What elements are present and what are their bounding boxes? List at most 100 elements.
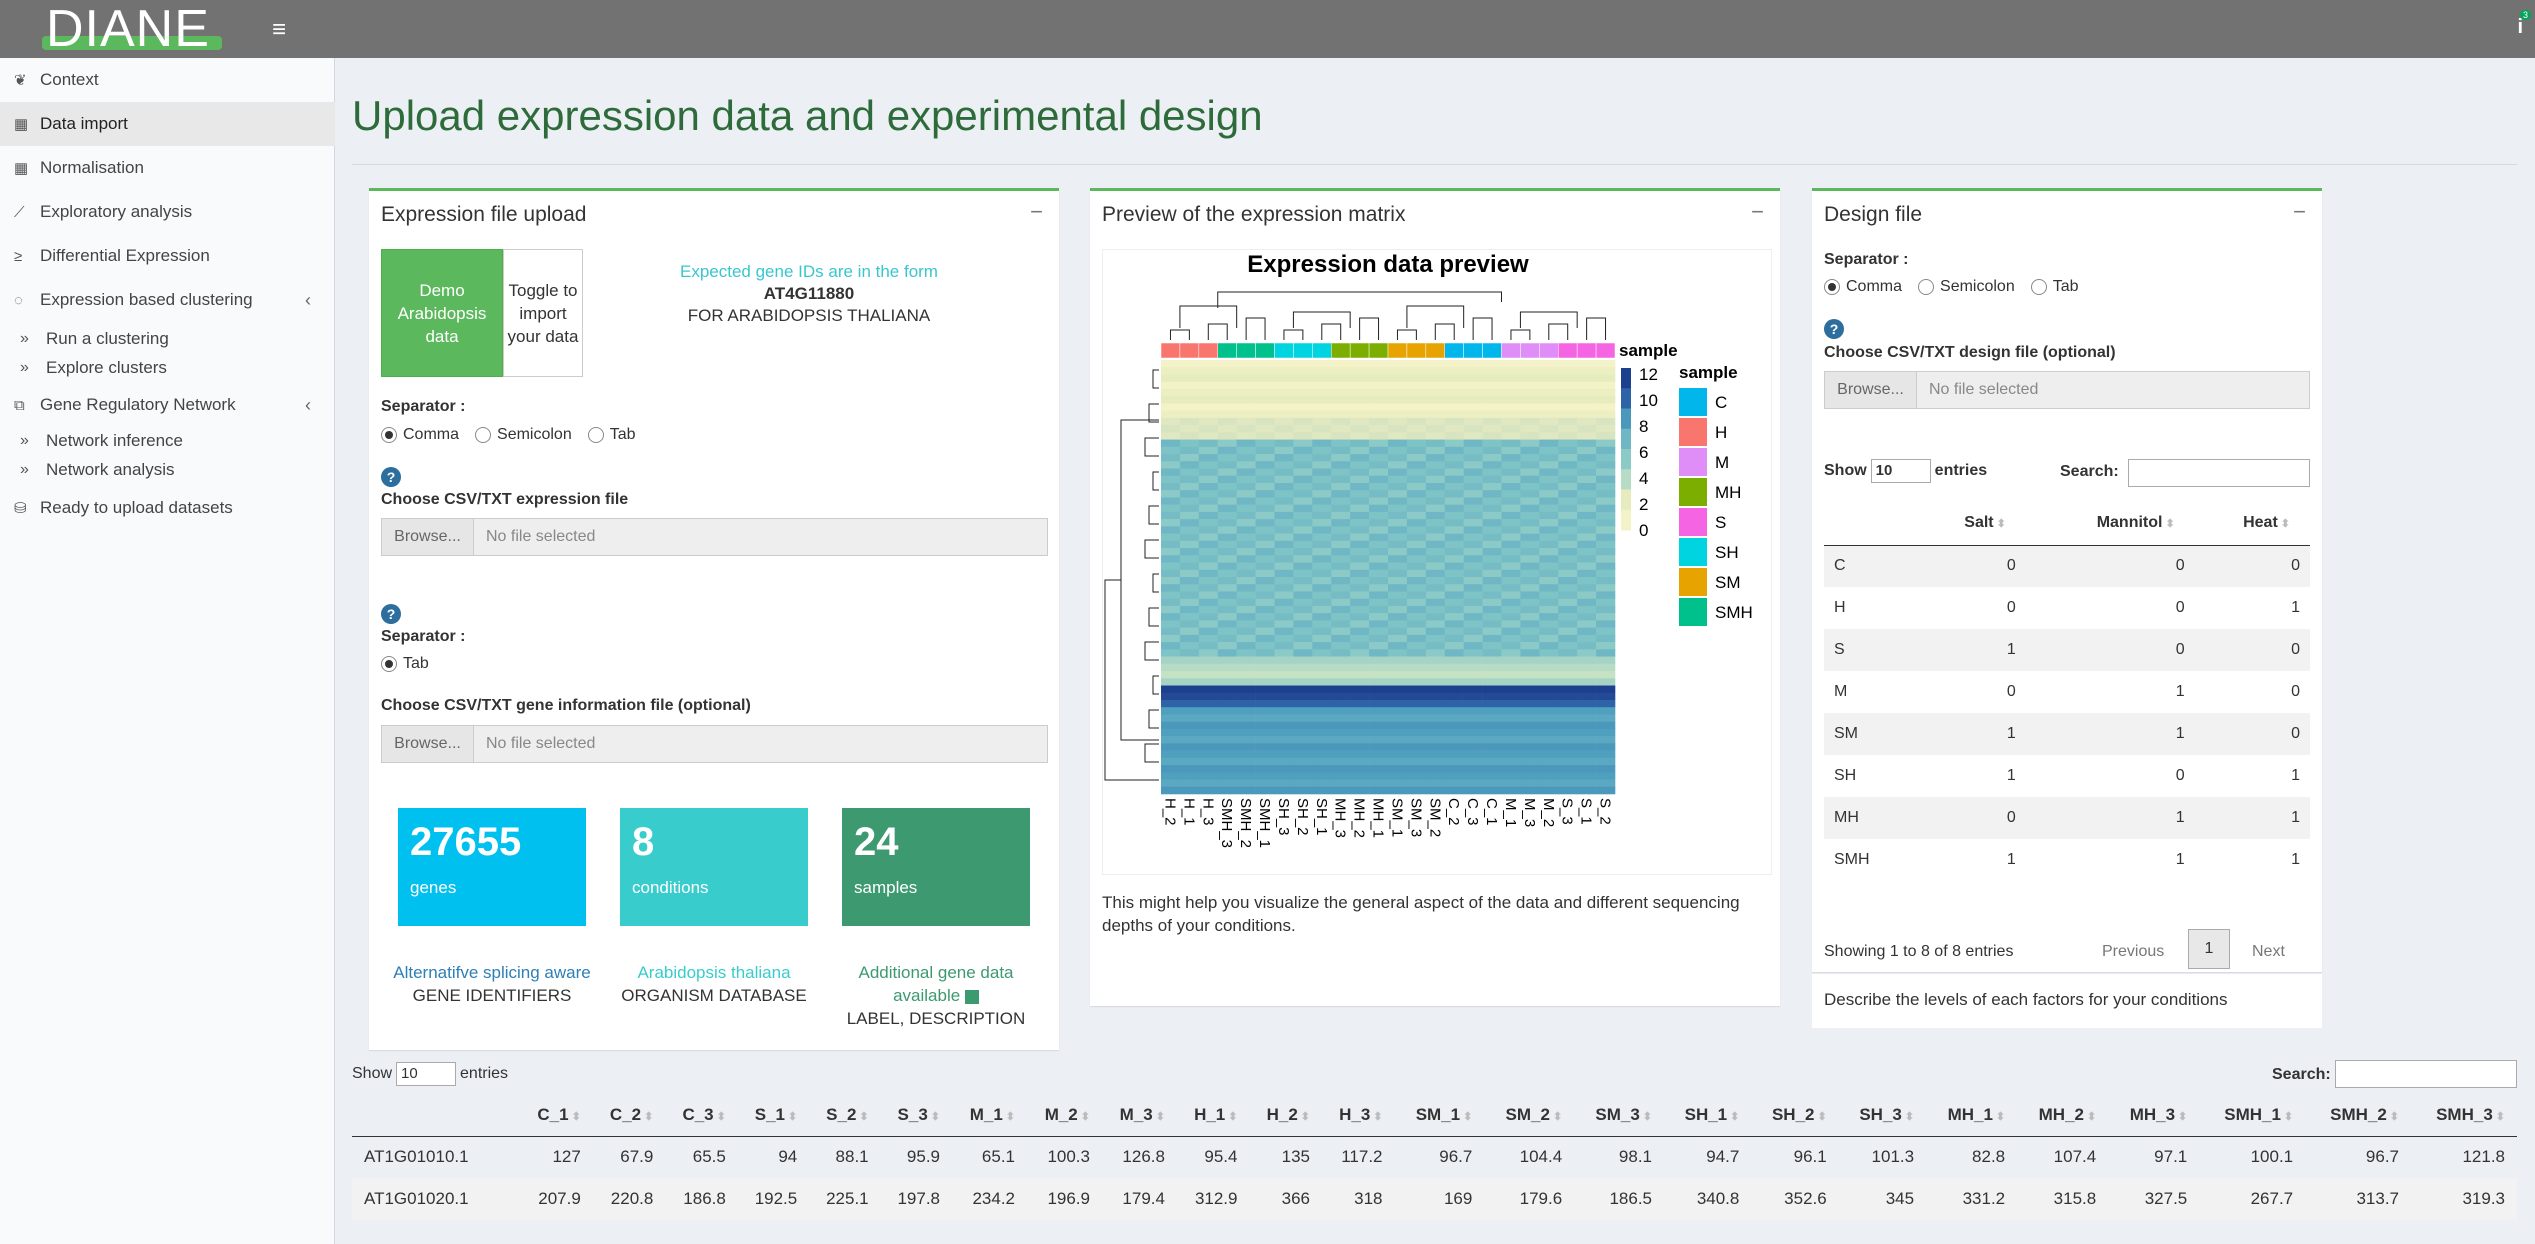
column-header[interactable]: M_3 ⬍ xyxy=(1101,1094,1177,1137)
sidebar-item-ready-to-upload[interactable]: ⛁ Ready to upload datasets xyxy=(0,486,335,530)
column-header[interactable] xyxy=(352,1094,521,1137)
table-row[interactable]: SH 1 0 1 xyxy=(1824,755,2310,797)
column-header[interactable]: SH_3 ⬍ xyxy=(1838,1094,1927,1137)
help-icon[interactable]: ? xyxy=(381,467,401,487)
design-file-input[interactable]: Browse... No file selected xyxy=(1824,371,2310,409)
sidebar-item-gene-regulatory-network[interactable]: ⧉ Gene Regulatory Network ‹ xyxy=(0,383,335,427)
page-1-button[interactable]: 1 xyxy=(2188,929,2230,969)
column-header[interactable]: C_1 ⬍ xyxy=(520,1094,593,1137)
sidebar-item-network-analysis[interactable]: » Network analysis xyxy=(0,455,335,485)
heatmap-cell xyxy=(1179,699,1200,708)
column-header[interactable] xyxy=(1824,501,1920,546)
separator-tab-option[interactable]: Tab xyxy=(587,426,636,444)
column-header[interactable]: SMH_3 ⬍ xyxy=(2411,1094,2517,1137)
heatmap-cell xyxy=(1596,605,1616,614)
table-cell: 95.4 xyxy=(1204,1147,1238,1167)
heatmap-cell xyxy=(1388,714,1408,722)
column-header[interactable]: S_2 ⬍ xyxy=(809,1094,881,1137)
table-row[interactable]: S100 xyxy=(1824,629,2310,671)
table-row[interactable]: MH 0 1 1 xyxy=(1824,797,2310,839)
column-header[interactable]: SMH_1 ⬍ xyxy=(2199,1094,2306,1137)
annotation-cell xyxy=(1406,342,1427,359)
heatmap-cell xyxy=(1179,721,1200,730)
column-header[interactable]: MH_1 ⬍ xyxy=(1926,1094,2018,1137)
column-header[interactable]: C_3 ⬍ xyxy=(665,1094,738,1137)
column-header[interactable]: SH_2 ⬍ xyxy=(1751,1094,1839,1137)
separator-tab-option[interactable]: Tab xyxy=(381,655,429,673)
next-button[interactable]: Next xyxy=(2252,943,2285,961)
gene-info-file-input[interactable]: Browse... No file selected xyxy=(381,725,1048,763)
sidebar-item-run-clustering[interactable]: » Run a clustering xyxy=(0,324,335,354)
column-header[interactable]: SH_1 ⬍ xyxy=(1664,1094,1752,1137)
help-icon[interactable]: ? xyxy=(381,604,401,624)
column-header[interactable]: H_2 ⬍ xyxy=(1249,1094,1322,1137)
table-row[interactable]: SM 1 1 0 xyxy=(1824,713,2310,755)
browse-button[interactable]: Browse... xyxy=(1824,371,1917,409)
sidebar-item-expression-clustering[interactable]: ◌ Expression based clustering ‹ xyxy=(0,278,335,322)
heatmap-cell xyxy=(1406,605,1427,614)
sidebar-item-data-import[interactable]: ▦ Data import xyxy=(0,102,335,146)
sidebar-item-differential-expression[interactable]: ≥ Differential Expression xyxy=(0,234,335,278)
sidebar-item-context[interactable]: ❦ Context xyxy=(0,58,335,102)
table-row[interactable]: C000 xyxy=(1824,545,2310,587)
import-data-toggle[interactable]: Toggle to import your data xyxy=(503,249,583,377)
column-header[interactable]: H_1 ⬍ xyxy=(1176,1094,1250,1137)
column-header-mannitol[interactable]: Mannitol ⬍ xyxy=(2025,501,2195,546)
heatmap-cell xyxy=(1406,454,1427,462)
table-row[interactable]: AT1G01020.1 207.9 220.8 186.8 192.5 225.1 197.… xyxy=(352,1178,2517,1220)
separator-semicolon-option[interactable]: Semicolon xyxy=(1918,278,2015,296)
x-tick-label: H_2 xyxy=(1161,798,1178,826)
demo-data-button[interactable]: Demo Arabidopsis data xyxy=(381,249,503,377)
heatmap-cell xyxy=(1501,620,1521,628)
column-header-salt[interactable]: Salt ⬍ xyxy=(1919,501,2026,546)
table-row[interactable]: M010 xyxy=(1824,671,2310,713)
column-header[interactable]: MH_2 ⬍ xyxy=(2017,1094,2109,1137)
table-row[interactable]: H001 xyxy=(1824,587,2310,629)
entries-select[interactable]: 10 xyxy=(396,1062,457,1086)
separator-tab-option[interactable]: Tab xyxy=(2030,278,2079,296)
column-header[interactable]: H_3 ⬍ xyxy=(1322,1094,1395,1137)
entries-select[interactable]: 10 xyxy=(1870,459,1931,483)
heatmap-cell xyxy=(1596,779,1616,788)
heatmap-cell xyxy=(1293,598,1313,607)
help-icon[interactable]: ? xyxy=(1824,319,1844,339)
separator-comma-option[interactable]: Comma xyxy=(1824,278,1902,296)
heatmap-cell xyxy=(1444,548,1464,556)
column-header[interactable]: C_2 ⬍ xyxy=(592,1094,666,1137)
design-search-input[interactable] xyxy=(2128,459,2310,487)
collapse-icon[interactable]: − xyxy=(2293,199,2306,225)
browse-button[interactable]: Browse... xyxy=(381,725,474,763)
column-header[interactable]: S_3 ⬍ xyxy=(880,1094,953,1137)
heatmap-cell xyxy=(1274,490,1294,498)
heatmap-cell xyxy=(1425,511,1446,520)
sidebar-item-normalisation[interactable]: ▦ Normalisation xyxy=(0,146,335,190)
heatmap-cell xyxy=(1179,367,1200,375)
sidebar-item-explore-clusters[interactable]: » Explore clusters xyxy=(0,353,335,383)
collapse-icon[interactable]: − xyxy=(1751,199,1764,225)
sidebar-item-network-inference[interactable]: » Network inference xyxy=(0,426,335,456)
collapse-icon[interactable]: − xyxy=(1030,199,1043,225)
separator-semicolon-option[interactable]: Semicolon xyxy=(475,426,572,444)
table-row[interactable]: AT1G01010.1 127 67.9 65.5 94 88.1 95.9 65.1 100.… xyxy=(352,1136,2517,1178)
colorbar-segment xyxy=(1621,408,1631,430)
expr-search-input[interactable] xyxy=(2335,1060,2517,1088)
column-header[interactable]: M_1 ⬍ xyxy=(952,1094,1027,1137)
browse-button[interactable]: Browse... xyxy=(381,518,474,556)
column-header[interactable]: S_1 ⬍ xyxy=(737,1094,810,1137)
expression-file-input[interactable]: Browse... No file selected xyxy=(381,518,1048,556)
column-header[interactable]: SM_3 ⬍ xyxy=(1574,1094,1664,1137)
column-header[interactable]: SM_2 ⬍ xyxy=(1484,1094,1575,1137)
heatmap-cell xyxy=(1312,779,1332,788)
heatmap-cell xyxy=(1577,613,1597,621)
table-row[interactable]: SMH 1 1 1 xyxy=(1824,839,2310,881)
column-header[interactable]: SMH_2 ⬍ xyxy=(2305,1094,2412,1137)
column-header[interactable]: MH_3 ⬍ xyxy=(2108,1094,2200,1137)
sidebar-toggle-icon[interactable]: ≡ xyxy=(272,16,286,44)
column-header-heat[interactable]: Heat ⬍ xyxy=(2194,501,2310,546)
column-header[interactable]: M_2 ⬍ xyxy=(1027,1094,1102,1137)
column-header[interactable]: SM_1 ⬍ xyxy=(1394,1094,1485,1137)
previous-button[interactable]: Previous xyxy=(2102,943,2164,961)
sort-icon: ⬍ xyxy=(1996,517,2006,530)
sidebar-item-exploratory-analysis[interactable]: ⟋ Exploratory analysis xyxy=(0,190,335,234)
separator-comma-option[interactable]: Comma xyxy=(381,426,459,444)
